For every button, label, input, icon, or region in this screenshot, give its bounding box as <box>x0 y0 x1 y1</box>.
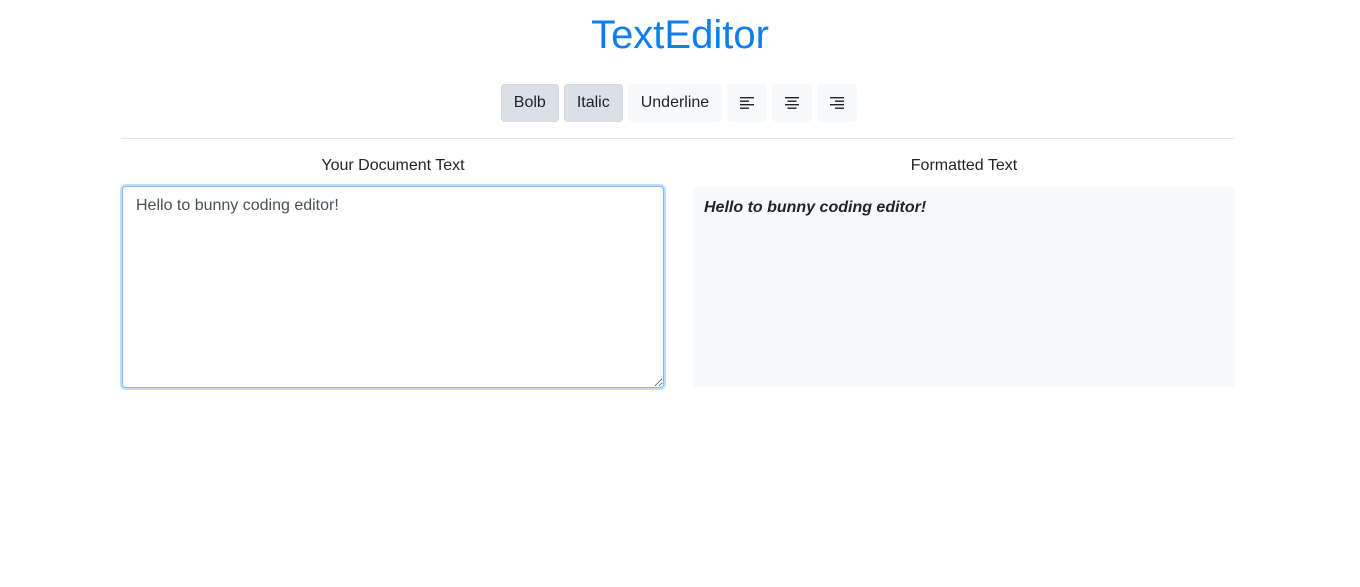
align-center-icon <box>785 97 800 109</box>
bold-button[interactable]: Bolb <box>500 84 559 122</box>
align-center-button[interactable] <box>772 84 813 122</box>
toolbar-divider <box>121 138 1234 139</box>
align-right-button[interactable] <box>817 84 858 122</box>
app-title: TextEditor <box>591 13 769 57</box>
align-right-icon <box>830 97 845 109</box>
underline-button[interactable]: Underline <box>627 84 723 122</box>
document-text-input[interactable]: Hello to bunny coding editor! <box>122 186 664 388</box>
align-left-icon <box>740 97 755 109</box>
italic-button[interactable]: Italic <box>563 84 623 122</box>
align-left-button[interactable] <box>727 84 768 122</box>
formatted-text-output: Hello to bunny coding editor! <box>694 187 1234 387</box>
output-label: Formatted Text <box>910 157 1018 174</box>
input-label: Your Document Text <box>321 157 465 174</box>
formatting-toolbar: Bolb Italic Underline <box>0 84 1358 122</box>
